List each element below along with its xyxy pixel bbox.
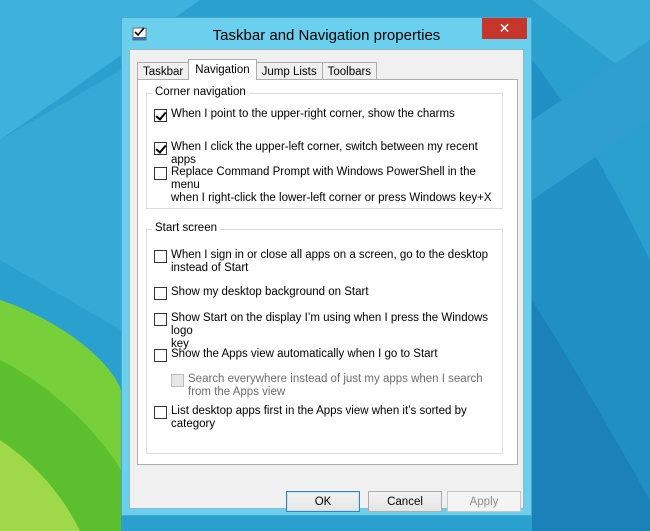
option-start-on-display[interactable]: Show Start on the display I’m using when… (154, 312, 502, 351)
window-title: Taskbar and Navigation properties (212, 27, 441, 44)
go-to-desktop-label: When I sign in or close all apps on a sc… (171, 249, 489, 274)
start-screen-label: Start screen (152, 222, 220, 234)
show-charms-checkbox[interactable] (154, 109, 167, 122)
desktop-background-label: Show my desktop background on Start (171, 286, 369, 298)
close-icon: ✕ (498, 20, 511, 36)
option-show-charms[interactable]: When I point to the upper-right corner, … (154, 108, 455, 122)
replace-command-prompt-label: Replace Command Prompt with Windows Powe… (171, 166, 492, 204)
tab-strip: Taskbar Navigation Jump Lists Toolbars (137, 59, 378, 80)
go-to-desktop-checkbox[interactable] (154, 250, 167, 263)
start-screen-group: Start screen When I sign in or close all… (146, 222, 503, 454)
corner-navigation-label: Corner navigation (152, 86, 249, 98)
start-on-display-label: Show Start on the display I’m using when… (171, 312, 489, 350)
search-everywhere-label: Search everywhere instead of just my app… (188, 373, 483, 398)
tab-taskbar[interactable]: Taskbar (137, 62, 190, 80)
option-go-to-desktop[interactable]: When I sign in or close all apps on a sc… (154, 249, 488, 275)
tab-navigation[interactable]: Navigation (188, 59, 257, 80)
option-desktop-background[interactable]: Show my desktop background on Start (154, 286, 369, 300)
option-search-everywhere[interactable]: Search everywhere instead of just my app… (171, 373, 483, 399)
search-everywhere-checkbox[interactable] (171, 374, 184, 387)
option-switch-recent-apps[interactable]: When I click the upper-left corner, swit… (154, 141, 502, 167)
close-button[interactable]: ✕ (482, 18, 527, 39)
properties-window: Taskbar and Navigation properties ✕ Task… (121, 17, 532, 516)
ok-button[interactable]: OK (286, 491, 360, 512)
corner-navigation-group: Corner navigation When I point to the up… (146, 86, 503, 209)
title-bar[interactable]: Taskbar and Navigation properties ✕ (122, 18, 531, 49)
replace-command-prompt-checkbox[interactable] (154, 167, 167, 180)
start-on-display-checkbox[interactable] (154, 313, 167, 326)
tab-jump-lists[interactable]: Jump Lists (255, 62, 323, 80)
apps-view-automatically-checkbox[interactable] (154, 349, 167, 362)
apps-view-automatically-label: Show the Apps view automatically when I … (171, 348, 438, 360)
tab-toolbars[interactable]: Toolbars (321, 62, 378, 80)
switch-recent-apps-label: When I click the upper-left corner, swit… (171, 141, 478, 166)
option-replace-command-prompt[interactable]: Replace Command Prompt with Windows Powe… (154, 166, 502, 205)
list-desktop-apps-first-checkbox[interactable] (154, 406, 167, 419)
show-charms-label: When I point to the upper-right corner, … (171, 108, 455, 120)
desktop-background-checkbox[interactable] (154, 287, 167, 300)
option-apps-view-automatically[interactable]: Show the Apps view automatically when I … (154, 348, 438, 362)
option-list-desktop-apps-first[interactable]: List desktop apps first in the Apps view… (154, 405, 467, 431)
switch-recent-apps-checkbox[interactable] (154, 142, 167, 155)
cancel-button[interactable]: Cancel (368, 491, 442, 512)
navigation-tab-page: Corner navigation When I point to the up… (137, 79, 518, 465)
apply-button[interactable]: Apply (447, 491, 521, 512)
dialog-client-area: Taskbar Navigation Jump Lists Toolbars C… (129, 49, 524, 512)
list-desktop-apps-first-label: List desktop apps first in the Apps view… (171, 405, 467, 430)
